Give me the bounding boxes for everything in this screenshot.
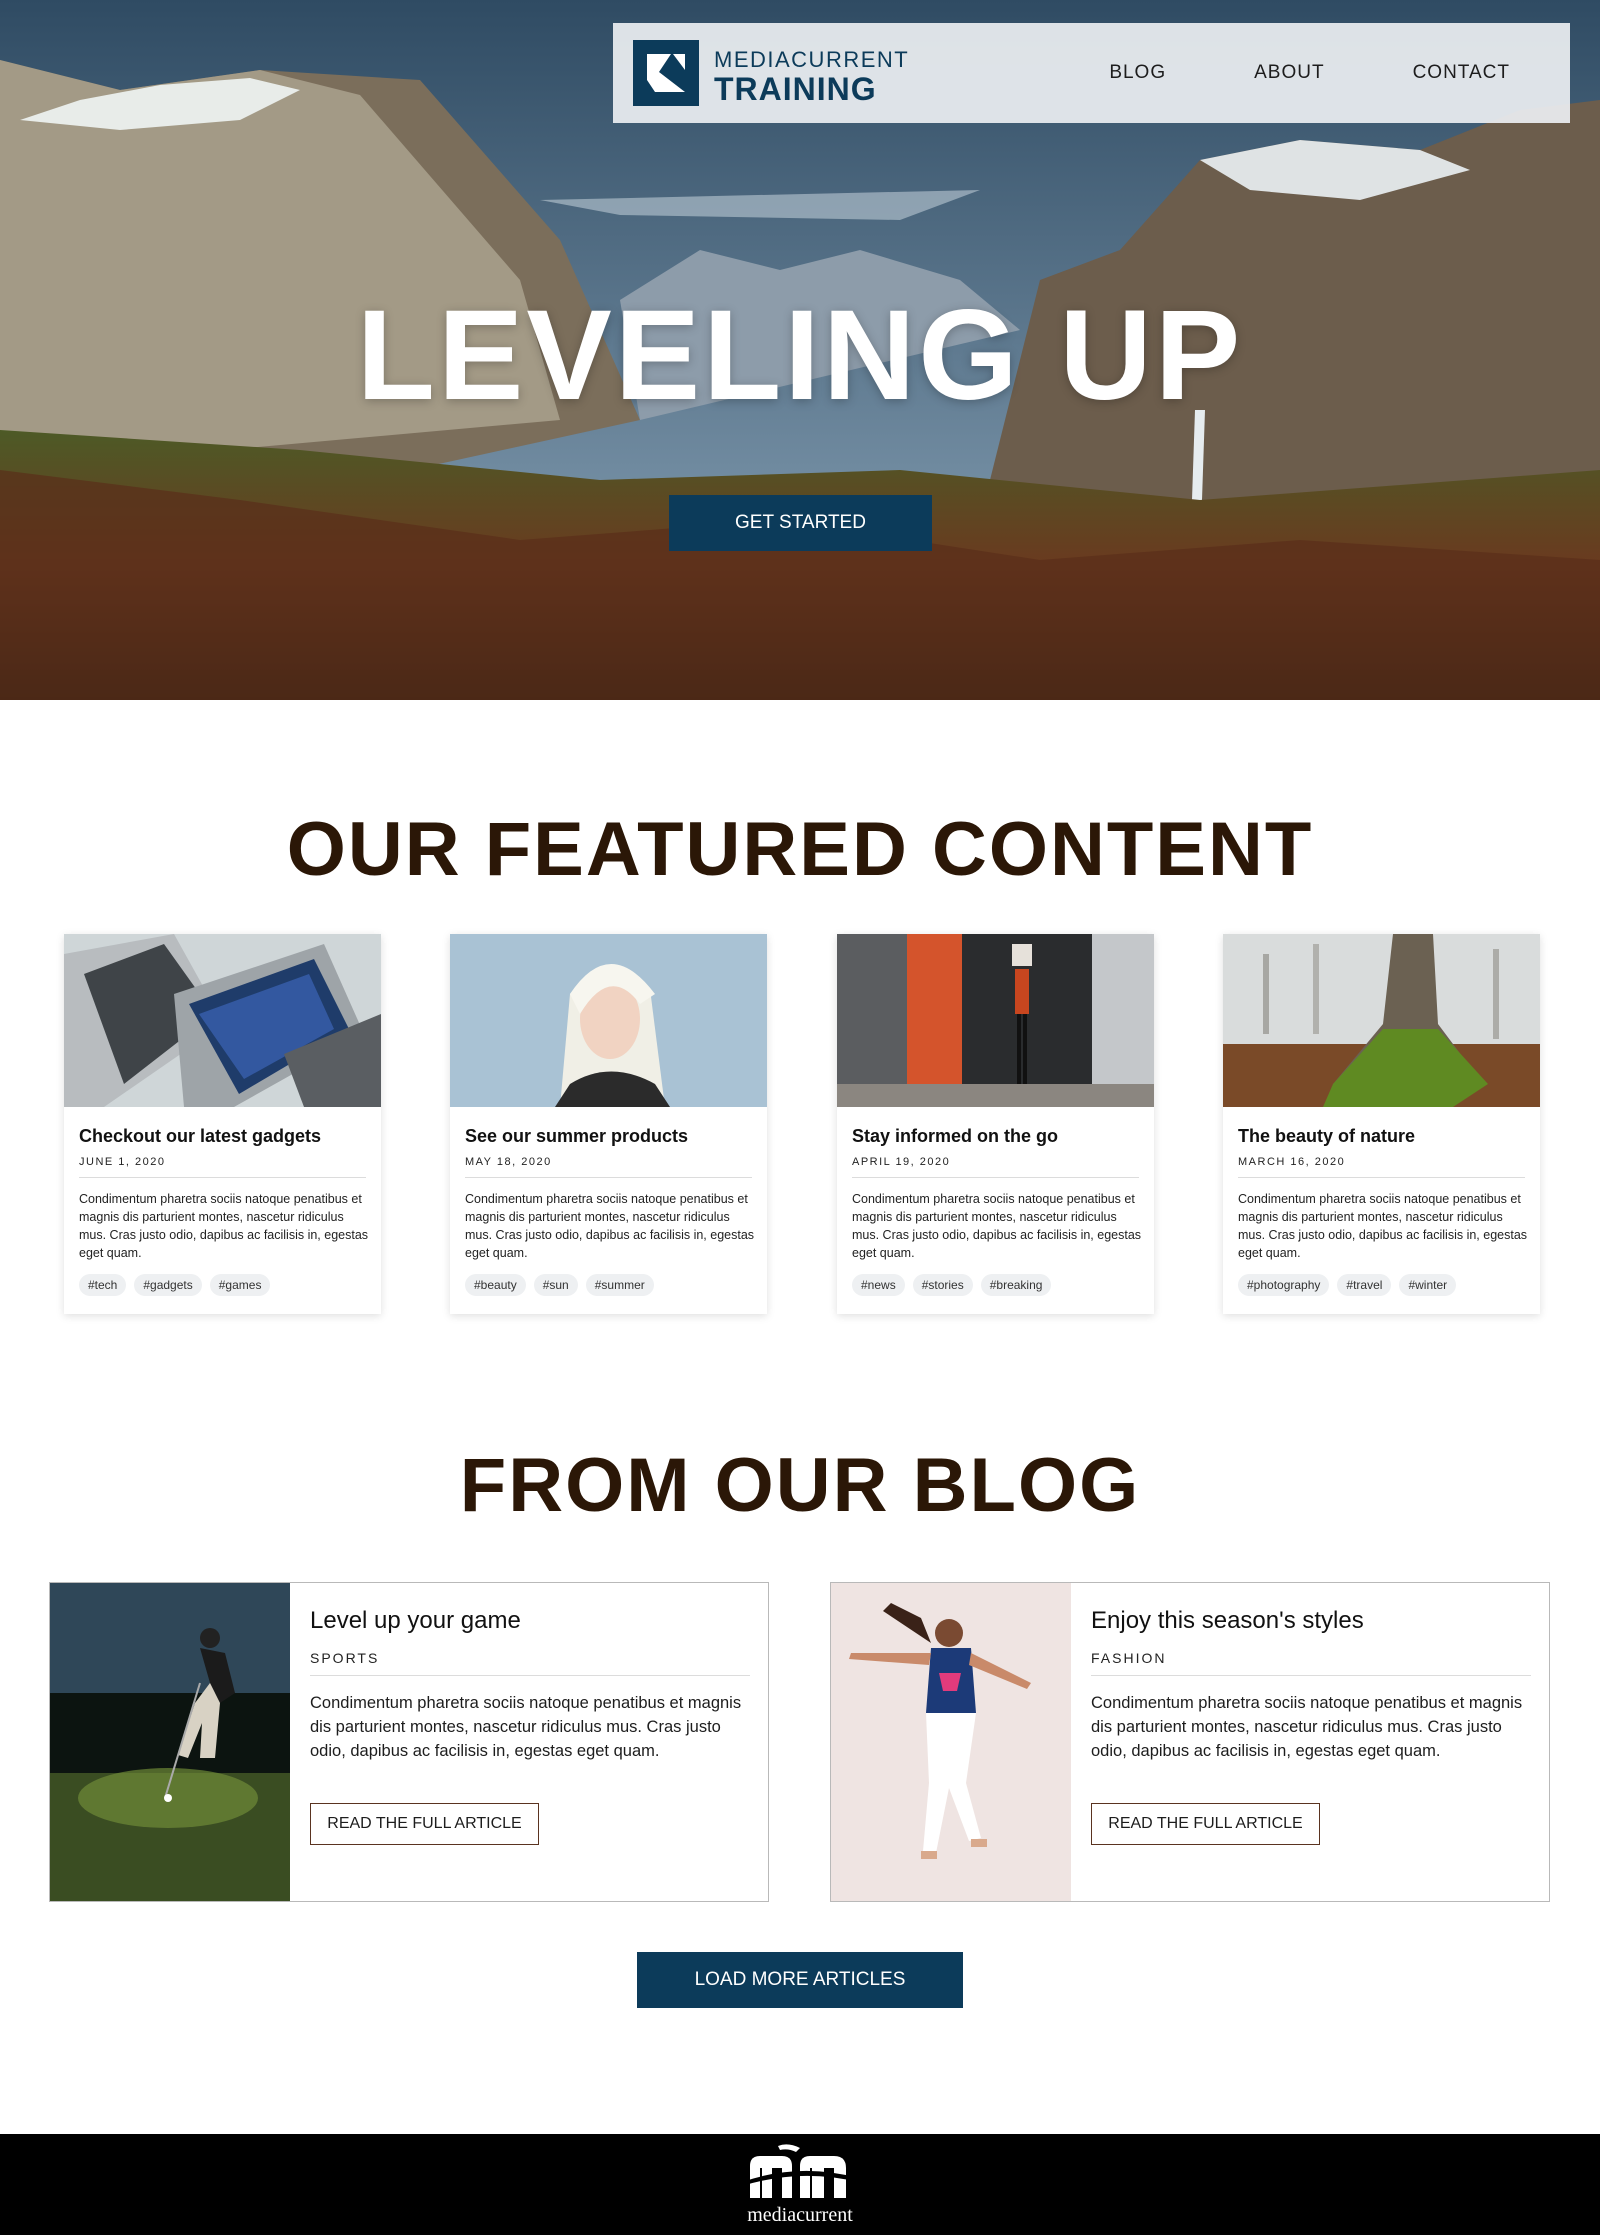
tag[interactable]: #news [852,1274,905,1296]
top-navigation: MEDIACURRENT TRAINING BLOG ABOUT CONTACT [613,23,1570,123]
nav-link-blog[interactable]: BLOG [1079,62,1224,84]
golfer-image [50,1583,290,1901]
nav-link-about[interactable]: ABOUT [1224,62,1382,84]
blog-category: SPORTS [310,1650,380,1666]
card-divider [1238,1177,1525,1178]
blog-post: Level up your game SPORTS Condimentum ph… [49,1582,769,1902]
brand-name[interactable]: MEDIACURRENT [714,47,909,73]
tag[interactable]: #breaking [980,1274,1052,1296]
nav-link-contact[interactable]: CONTACT [1383,62,1570,84]
tag[interactable]: #gadgets [134,1274,202,1296]
featured-card[interactable]: Stay informed on the go APRIL 19, 2020 C… [837,934,1154,1314]
tag-list: #photography #travel #winter [1238,1274,1457,1296]
load-more-articles-button[interactable]: LOAD MORE ARTICLES [637,1952,963,2008]
blog-body: Condimentum pharetra sociis natoque pena… [1091,1694,1523,1760]
tag[interactable]: #stories [912,1274,973,1296]
tag-list: #news #stories #breaking [852,1274,1052,1296]
featured-card[interactable]: See our summer products MAY 18, 2020 Con… [450,934,767,1314]
get-started-button[interactable]: GET STARTED [669,495,932,551]
tree-image [1223,934,1540,1107]
read-full-article-button[interactable]: READ THE FULL ARTICLE [310,1803,539,1845]
tag-list: #beauty #sun #summer [465,1274,654,1296]
card-title[interactable]: The beauty of nature [1238,1126,1415,1147]
tag[interactable]: #summer [585,1274,654,1296]
read-full-article-button[interactable]: READ THE FULL ARTICLE [1091,1803,1320,1845]
tag[interactable]: #travel [1337,1274,1392,1296]
featured-card[interactable]: The beauty of nature MARCH 16, 2020 Cond… [1223,934,1540,1314]
nav-links: BLOG ABOUT CONTACT [1079,23,1570,123]
card-title[interactable]: Stay informed on the go [852,1126,1058,1147]
laptop-image [64,934,381,1107]
card-divider [465,1177,752,1178]
card-body: Condimentum pharetra sociis natoque pena… [465,1192,755,1260]
blog-category: FASHION [1091,1650,1167,1666]
street-image [837,934,1154,1107]
blog-divider [1091,1675,1531,1676]
tag-list: #tech #gadgets #games [79,1274,271,1296]
blog-post: Enjoy this season's styles FASHION Condi… [830,1582,1550,1902]
tag[interactable]: #beauty [465,1274,526,1296]
featured-card[interactable]: Checkout our latest gadgets JUNE 1, 2020… [64,934,381,1314]
card-divider [79,1177,366,1178]
blog-body: Condimentum pharetra sociis natoque pena… [310,1694,742,1760]
brand-subtitle[interactable]: TRAINING [714,71,877,108]
hero-title: LEVELING UP [356,284,1244,427]
card-divider [852,1177,1139,1178]
dancer-image [831,1583,1071,1901]
tag[interactable]: #games [209,1274,271,1296]
card-title[interactable]: Checkout our latest gadgets [79,1126,321,1147]
card-body: Condimentum pharetra sociis natoque pena… [79,1192,369,1260]
card-date: JUNE 1, 2020 [79,1156,166,1168]
card-body: Condimentum pharetra sociis natoque pena… [852,1192,1142,1260]
tag[interactable]: #tech [79,1274,127,1296]
portrait-image [450,934,767,1107]
card-date: MAY 18, 2020 [465,1156,552,1168]
tag[interactable]: #photography [1238,1274,1330,1296]
logo-icon[interactable] [633,40,699,106]
mediacurrent-logo-icon[interactable] [742,2142,858,2202]
hero-section: MEDIACURRENT TRAINING BLOG ABOUT CONTACT… [0,0,1600,700]
blog-title[interactable]: Level up your game [310,1607,521,1635]
footer-brand-text: mediacurrent [747,2204,853,2226]
blog-divider [310,1675,750,1676]
blog-title[interactable]: Enjoy this season's styles [1091,1607,1364,1635]
card-title[interactable]: See our summer products [465,1126,688,1147]
card-date: APRIL 19, 2020 [852,1156,951,1168]
card-date: MARCH 16, 2020 [1238,1156,1346,1168]
featured-heading: OUR FEATURED CONTENT [286,807,1314,892]
card-body: Condimentum pharetra sociis natoque pena… [1238,1192,1528,1260]
tag[interactable]: #winter [1399,1274,1457,1296]
tag[interactable]: #sun [533,1274,578,1296]
blog-heading: FROM OUR BLOG [459,1443,1141,1528]
footer: mediacurrent [0,2134,1600,2235]
